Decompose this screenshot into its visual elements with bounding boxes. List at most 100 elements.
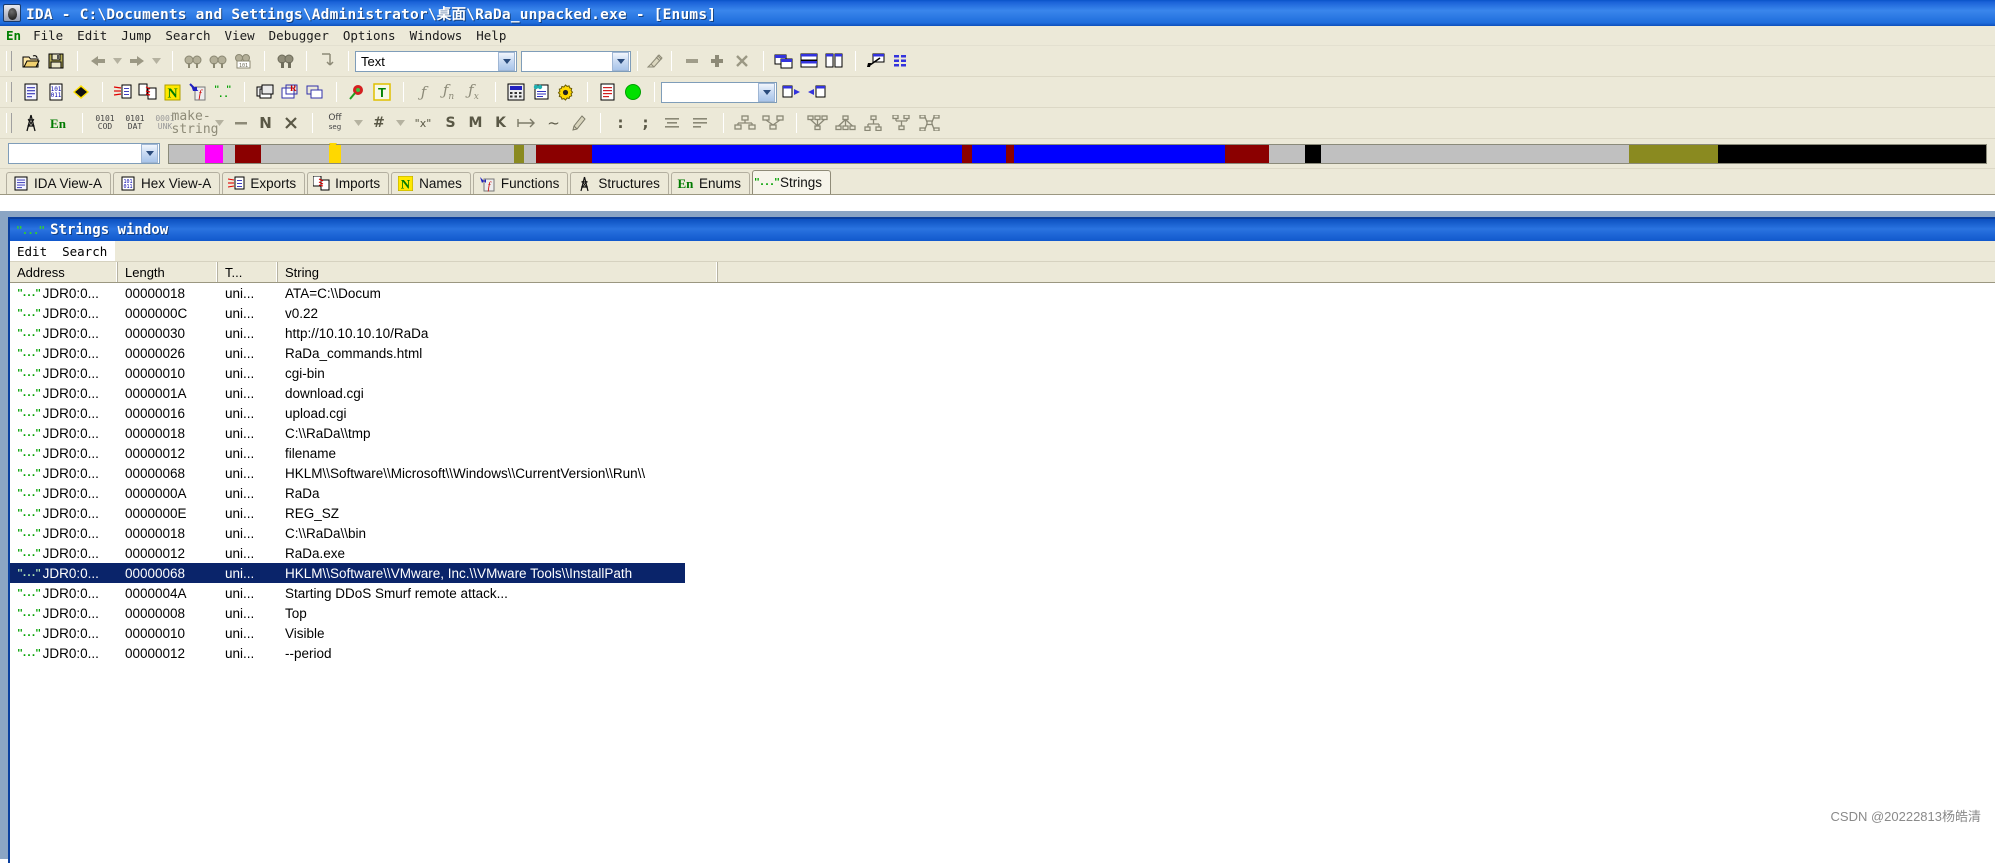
binary-view-icon[interactable]: 101 011 [43,80,68,104]
table-row[interactable]: "..."JDR0:0...00000008uni...Top [10,603,1995,623]
strings-menu-search[interactable]: Search [55,241,115,261]
chevron-down-icon[interactable] [498,52,515,71]
menu-item-edit[interactable]: Edit [70,27,114,44]
stack-view-icon[interactable] [252,80,277,104]
navigate-forward-dropdown[interactable] [149,49,163,73]
tab-strings[interactable]: "..."Strings [752,170,831,194]
table-row[interactable]: "..."JDR0:0...0000000Auni...RaDa [10,483,1995,503]
menu-item-windows[interactable]: Windows [403,27,470,44]
binary-search-icon[interactable] [272,49,297,73]
open-file-button[interactable] [18,49,43,73]
list-windows-icon[interactable] [888,49,913,73]
search-value-combo[interactable] [521,51,631,72]
chevron-down-icon[interactable] [141,144,158,163]
chevron-down-icon[interactable] [612,52,629,71]
exports-view-icon[interactable] [110,80,135,104]
graph-down-icon[interactable] [860,111,888,135]
navigate-back-button[interactable] [85,49,110,73]
toolbar-gripper[interactable] [6,82,12,102]
graph-up-icon[interactable] [888,111,916,135]
hash-dropdown-icon[interactable] [392,111,408,135]
convert-dropdown-icon[interactable] [210,111,228,135]
minus-icon[interactable] [228,111,253,135]
menu-item-jump[interactable]: Jump [114,27,158,44]
tile-horizontally-icon[interactable] [796,49,821,73]
comment-colon-icon[interactable]: : [608,111,633,135]
hex-dump-view-icon[interactable] [18,80,43,104]
column-header-address[interactable]: Address [10,262,118,282]
navigate-back-dropdown[interactable] [110,49,124,73]
segment-prev-icon[interactable] [779,80,804,104]
undefine-x-icon[interactable] [278,111,303,135]
arrange-icons-icon[interactable] [863,49,888,73]
imports-view-icon[interactable] [135,80,160,104]
graph-all-icon[interactable] [916,111,944,135]
text-view-icon[interactable]: T [369,80,394,104]
table-row[interactable]: "..."JDR0:0...00000010uni...Visible [10,623,1995,643]
gear-icon[interactable] [553,80,578,104]
delete-cross-icon[interactable] [729,49,754,73]
0101-data-icon[interactable]: 0101DAT [120,111,150,135]
tab-functions[interactable]: fFunctions [473,172,569,194]
search-type-combo[interactable]: Text [355,51,517,72]
column-header-length[interactable]: Length [118,262,218,282]
menu-item-file[interactable]: File [26,27,70,44]
tab-exports[interactable]: Exports [222,172,305,194]
tab-imports[interactable]: Imports [307,172,389,194]
jump-to-address-icon[interactable] [314,49,339,73]
table-row[interactable]: "..."JDR0:0...00000068uni...HKLM\\Softwa… [10,463,1995,483]
save-file-button[interactable] [43,49,68,73]
tile-vertically-icon[interactable] [821,49,846,73]
toolbar-gripper[interactable] [6,113,12,133]
hash-number-icon[interactable]: # [366,111,392,135]
tab-structures[interactable]: Structures [570,172,669,194]
menu-item-help[interactable]: Help [469,27,513,44]
call-graph-icon[interactable] [759,111,787,135]
0101-code-icon[interactable]: 0101COD [90,111,120,135]
table-row[interactable]: "..."JDR0:0...00000026uni...RaDa_command… [10,343,1995,363]
table-row[interactable]: "..."JDR0:0...00000030uni...http://10.10… [10,323,1995,343]
column-header-type[interactable]: T... [218,262,278,282]
tab-names[interactable]: NNames [391,172,471,194]
strings-menu-edit[interactable]: Edit [10,241,55,261]
xrefs-from-icon[interactable] [832,111,860,135]
navigate-forward-button[interactable] [124,49,149,73]
calculator-icon[interactable] [503,80,528,104]
align-lines-icon[interactable] [658,111,686,135]
tab-enums[interactable]: EnEnums [671,172,750,194]
edit-pen-icon[interactable] [566,111,591,135]
offset-dropdown-icon[interactable] [350,111,366,135]
table-row[interactable]: "..."JDR0:0...00000012uni...RaDa.exe [10,543,1995,563]
struct-s-icon[interactable]: S [438,111,463,135]
tab-hex-view-a[interactable]: 101011Hex View-A [113,172,220,194]
expand-plus-icon[interactable] [704,49,729,73]
tilde-icon[interactable]: ~ [541,111,566,135]
menu-item-debugger[interactable]: Debugger [262,27,336,44]
functions-f-icon[interactable]: f [185,80,210,104]
names-letter-n-icon[interactable]: N [253,111,278,135]
flowchart-icon[interactable] [731,111,759,135]
table-row[interactable]: "..."JDR0:0...00000068uni...HKLM\\Softwa… [10,563,685,583]
navigation-band[interactable] [168,144,1987,164]
align-lines2-icon[interactable] [686,111,714,135]
table-row[interactable]: "..."JDR0:0...0000000Euni...REG_SZ [10,503,1995,523]
table-row[interactable]: "..."JDR0:0...0000004Auni...Starting DDo… [10,583,1995,603]
breakpoints-icon[interactable] [302,80,327,104]
start-process-icon[interactable] [620,80,645,104]
manual-m-icon[interactable]: M [463,111,488,135]
table-row[interactable]: "..."JDR0:0...00000012uni...filename [10,443,1995,463]
segment-combo[interactable] [661,82,777,103]
tab-ida-view-a[interactable]: IDA View-A [6,172,111,194]
cascade-windows-icon[interactable] [771,49,796,73]
enums-en-icon[interactable]: En [43,111,73,135]
jump-arrow-icon[interactable] [513,111,541,135]
structures-icon[interactable] [18,111,43,135]
undefine-eraser-icon[interactable] [642,49,667,73]
search-next-icon[interactable] [205,49,230,73]
comment-semicolon-icon[interactable]: ; [633,111,658,135]
xrefs-to-icon[interactable] [804,111,832,135]
column-header-string[interactable]: String [278,262,718,282]
make-string-icon[interactable]: make-string [180,111,210,135]
table-row[interactable]: "..."JDR0:0...00000018uni...C:\\RaDa\\bi… [10,523,1995,543]
table-row[interactable]: "..."JDR0:0...00000018uni...C:\\RaDa\\tm… [10,423,1995,443]
